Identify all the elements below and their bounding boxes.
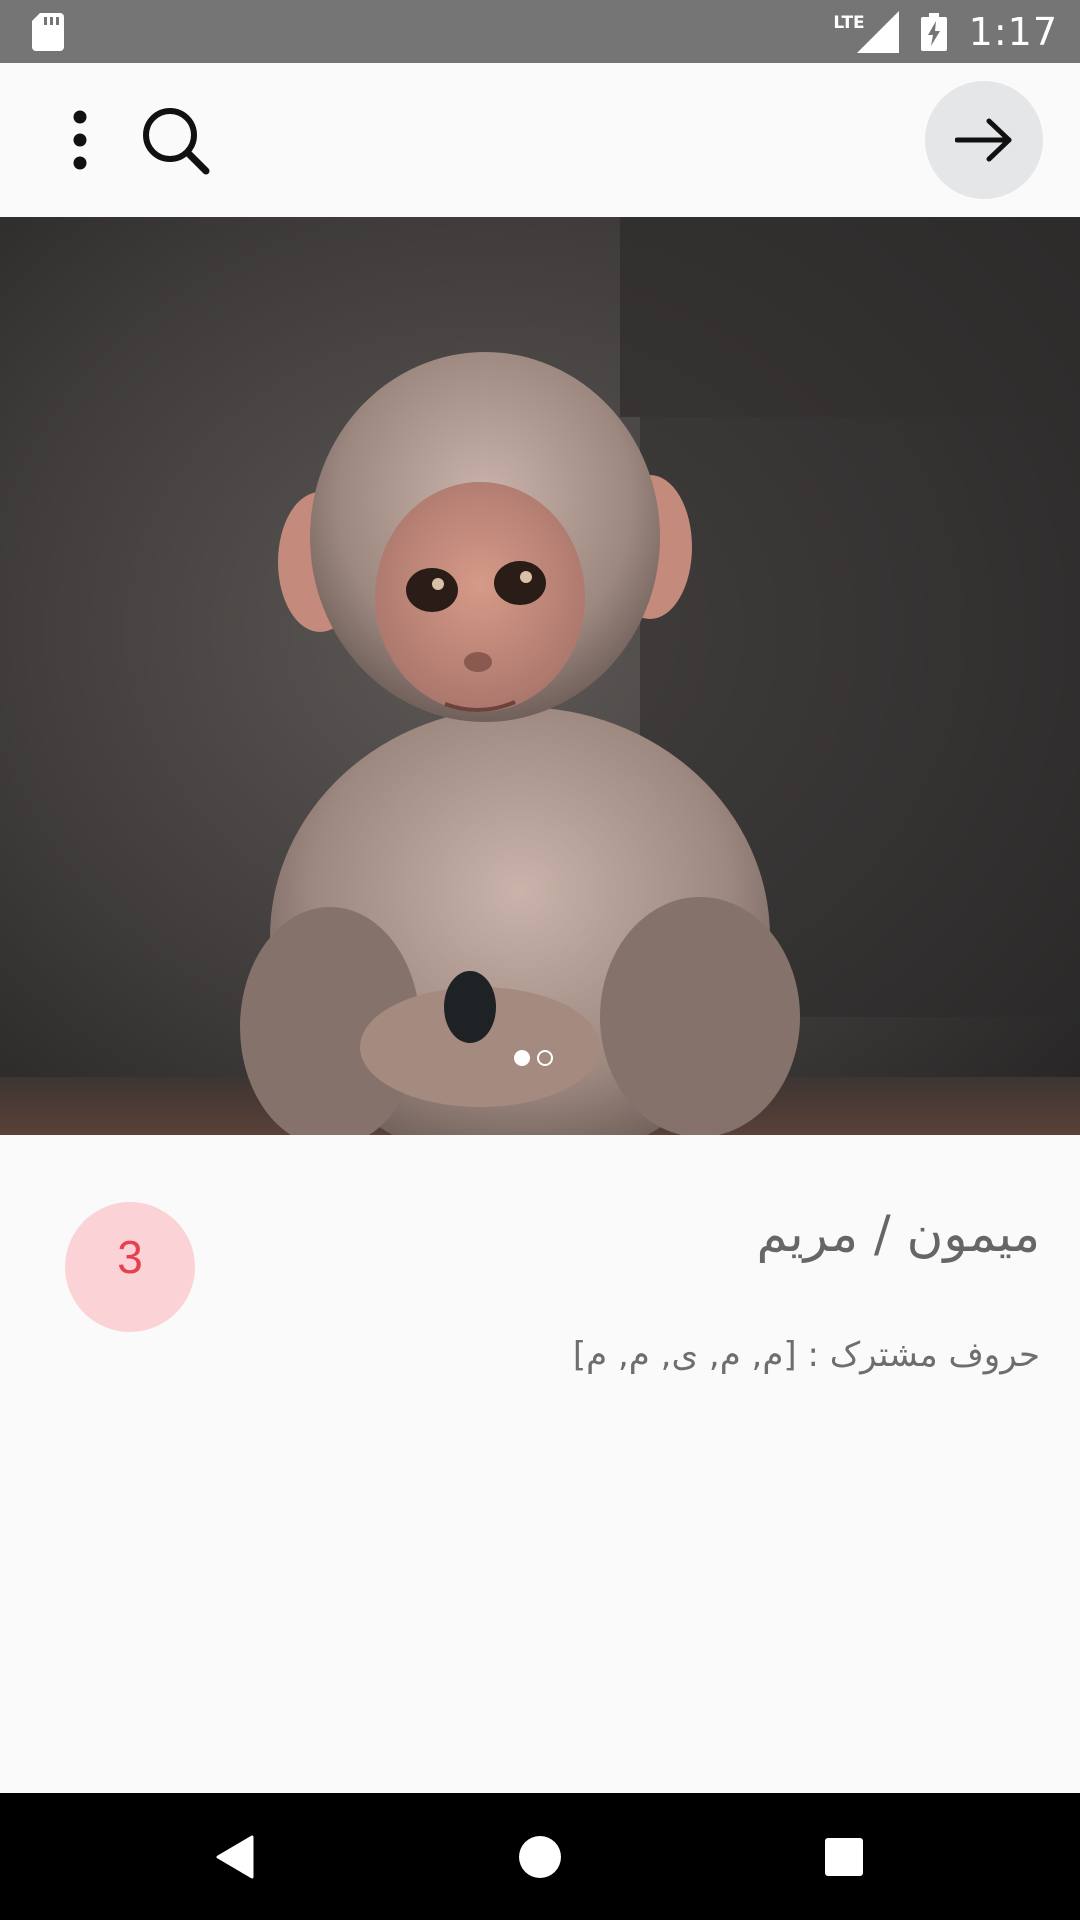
common-letters-text: حروف مشترک : [م, م, ی, م, م]: [572, 1335, 1040, 1375]
recents-icon: [825, 1838, 863, 1876]
battery-charging-icon: [920, 12, 947, 51]
back-icon: [216, 1835, 254, 1879]
pager-dot[interactable]: [537, 1050, 553, 1066]
nav-recents-button[interactable]: [802, 1815, 886, 1899]
search-button[interactable]: [132, 97, 218, 183]
word-details: 3 میمون / مریم حروف مشترک : [م, م, ی, م,…: [0, 1135, 1080, 1793]
overflow-menu-button[interactable]: [52, 103, 108, 177]
pager-dot-active[interactable]: [514, 1050, 530, 1066]
system-navigation-bar: [0, 1793, 1080, 1920]
word-pair-title: میمون / مریم: [756, 1205, 1040, 1263]
image-carousel[interactable]: [0, 217, 1080, 1135]
app-bar: [0, 63, 1080, 217]
sd-card-icon: [32, 13, 64, 51]
carousel-pager[interactable]: [514, 1050, 553, 1066]
more-vert-icon: [73, 110, 87, 170]
home-icon: [519, 1836, 561, 1878]
common-letter-count-badge: 3: [65, 1202, 195, 1332]
arrow-forward-icon: [955, 118, 1012, 162]
nav-home-button[interactable]: [498, 1815, 582, 1899]
nav-back-button[interactable]: [194, 1815, 278, 1899]
network-type-label: LTE: [833, 12, 865, 33]
status-clock: 1:17: [968, 9, 1058, 54]
status-bar: LTE 1:17: [0, 0, 1080, 63]
forward-button[interactable]: [925, 81, 1043, 199]
monkey-photo-icon: [0, 217, 1080, 1135]
search-icon: [143, 108, 210, 175]
